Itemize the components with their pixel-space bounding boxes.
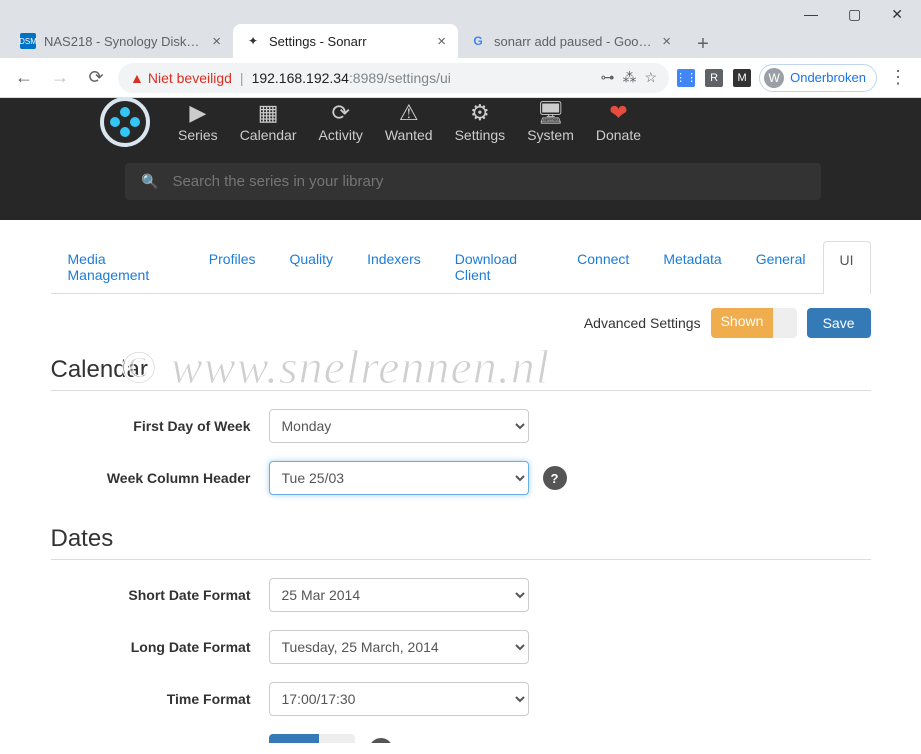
short-date-format-select[interactable]: 25 Mar 2014 xyxy=(269,578,529,612)
star-icon[interactable]: ☆ xyxy=(645,69,658,86)
short-date-format-label: Short Date Format xyxy=(51,587,269,603)
search-input[interactable] xyxy=(172,173,805,190)
search-bar[interactable]: 🔍 xyxy=(125,163,821,200)
window-close[interactable]: ✕ xyxy=(891,6,903,22)
search-icon: 🔍 xyxy=(141,173,158,190)
subtab-indexers[interactable]: Indexers xyxy=(350,240,438,293)
warning-icon: ⚠ xyxy=(399,101,419,125)
save-button[interactable]: Save xyxy=(807,308,871,338)
time-format-select[interactable]: 17:00/17:30 xyxy=(269,682,529,716)
show-relative-dates-toggle[interactable]: Yes xyxy=(269,734,355,743)
browser-tab-2[interactable]: G sonarr add paused - Google zo × xyxy=(458,24,683,58)
tab-title: NAS218 - Synology DiskStation xyxy=(44,34,204,49)
activity-icon: ⟳ xyxy=(331,101,349,125)
browser-chrome: — ▢ ✕ DSM NAS218 - Synology DiskStation … xyxy=(0,0,921,98)
calendar-icon: ▦ xyxy=(258,101,279,125)
back-button[interactable]: ← xyxy=(10,64,38,92)
profile-button[interactable]: W Onderbroken xyxy=(759,64,877,92)
app-header: ▶Series ▦Calendar ⟳Activity ⚠Wanted ⚙Set… xyxy=(0,98,921,220)
nav-system[interactable]: 🖥System xyxy=(527,101,574,143)
address-bar[interactable]: ▲ Niet beveiligd | 192.168.192.34:8989/s… xyxy=(118,63,669,93)
profile-label: Onderbroken xyxy=(790,70,866,85)
subtab-ui[interactable]: UI xyxy=(823,241,871,294)
subtab-download-client[interactable]: Download Client xyxy=(438,240,560,293)
browser-toolbar: ← → ⟳ ▲ Niet beveiligd | 192.168.192.34:… xyxy=(0,58,921,98)
new-tab-button[interactable]: + xyxy=(689,30,717,58)
advanced-settings-toggle[interactable]: Shown xyxy=(711,308,797,338)
favicon: DSM xyxy=(20,33,36,49)
advanced-settings-label: Advanced Settings xyxy=(584,315,701,331)
long-date-format-label: Long Date Format xyxy=(51,639,269,655)
close-icon[interactable]: × xyxy=(437,33,446,50)
help-icon[interactable]: ? xyxy=(543,466,567,490)
close-icon[interactable]: × xyxy=(662,33,671,50)
favicon: ✦ xyxy=(245,33,261,49)
section-dates-title: Dates xyxy=(51,513,871,560)
heart-icon: ❤ xyxy=(609,101,627,125)
app-logo[interactable] xyxy=(100,97,150,147)
key-icon[interactable]: ⊶ xyxy=(601,69,615,86)
extensions: ⋮⋮ R M xyxy=(677,69,751,87)
subtab-general[interactable]: General xyxy=(739,240,823,293)
nav-series[interactable]: ▶Series xyxy=(178,101,218,143)
browser-menu-button[interactable]: ⋮ xyxy=(885,67,911,88)
favicon: G xyxy=(470,33,486,49)
extension-icon[interactable]: R xyxy=(705,69,723,87)
subtab-quality[interactable]: Quality xyxy=(272,240,350,293)
browser-tab-0[interactable]: DSM NAS218 - Synology DiskStation × xyxy=(8,24,233,58)
long-date-format-select[interactable]: Tuesday, 25 March, 2014 xyxy=(269,630,529,664)
settings-subtabs: Media Management Profiles Quality Indexe… xyxy=(51,240,871,294)
nav-settings[interactable]: ⚙Settings xyxy=(455,101,506,143)
subtab-media-management[interactable]: Media Management xyxy=(51,240,192,293)
close-icon[interactable]: × xyxy=(212,33,221,50)
first-day-of-week-label: First Day of Week xyxy=(51,418,269,434)
tab-strip: DSM NAS218 - Synology DiskStation × ✦ Se… xyxy=(0,22,921,58)
week-column-header-label: Week Column Header xyxy=(51,470,269,486)
tab-title: Settings - Sonarr xyxy=(269,34,429,49)
forward-button: → xyxy=(46,64,74,92)
avatar: W xyxy=(764,68,784,88)
insecure-warning-icon: ▲ Niet beveiligd xyxy=(130,70,232,86)
settings-content: Media Management Profiles Quality Indexe… xyxy=(21,220,901,743)
subtab-metadata[interactable]: Metadata xyxy=(646,240,738,293)
window-maximize[interactable]: ▢ xyxy=(848,6,861,22)
show-relative-dates-label: Show Relative Dates xyxy=(51,742,269,743)
time-format-label: Time Format xyxy=(51,691,269,707)
week-column-header-select[interactable]: Tue 25/03 xyxy=(269,461,529,495)
gear-icon: ⚙ xyxy=(470,101,490,125)
url-text: 192.168.192.34:8989/settings/ui xyxy=(252,70,593,86)
translate-icon[interactable]: ⁂ xyxy=(623,69,637,86)
subtab-connect[interactable]: Connect xyxy=(560,240,646,293)
subtab-profiles[interactable]: Profiles xyxy=(192,240,273,293)
help-icon[interactable]: ? xyxy=(369,738,393,743)
nav-activity[interactable]: ⟳Activity xyxy=(319,101,363,143)
extension-icon[interactable]: ⋮⋮ xyxy=(677,69,695,87)
first-day-of-week-select[interactable]: Monday xyxy=(269,409,529,443)
nav-donate[interactable]: ❤Donate xyxy=(596,101,641,143)
play-icon: ▶ xyxy=(189,101,206,125)
tab-title: sonarr add paused - Google zo xyxy=(494,34,654,49)
extension-icon[interactable]: M xyxy=(733,69,751,87)
monitor-icon: 🖥 xyxy=(537,101,565,125)
security-text: Niet beveiligd xyxy=(148,70,232,86)
reload-button[interactable]: ⟳ xyxy=(82,64,110,92)
window-minimize[interactable]: — xyxy=(804,6,818,22)
browser-tab-1[interactable]: ✦ Settings - Sonarr × xyxy=(233,24,458,58)
section-calendar-title: Calendar xyxy=(51,344,871,391)
nav-calendar[interactable]: ▦Calendar xyxy=(240,101,297,143)
nav-wanted[interactable]: ⚠Wanted xyxy=(385,101,433,143)
